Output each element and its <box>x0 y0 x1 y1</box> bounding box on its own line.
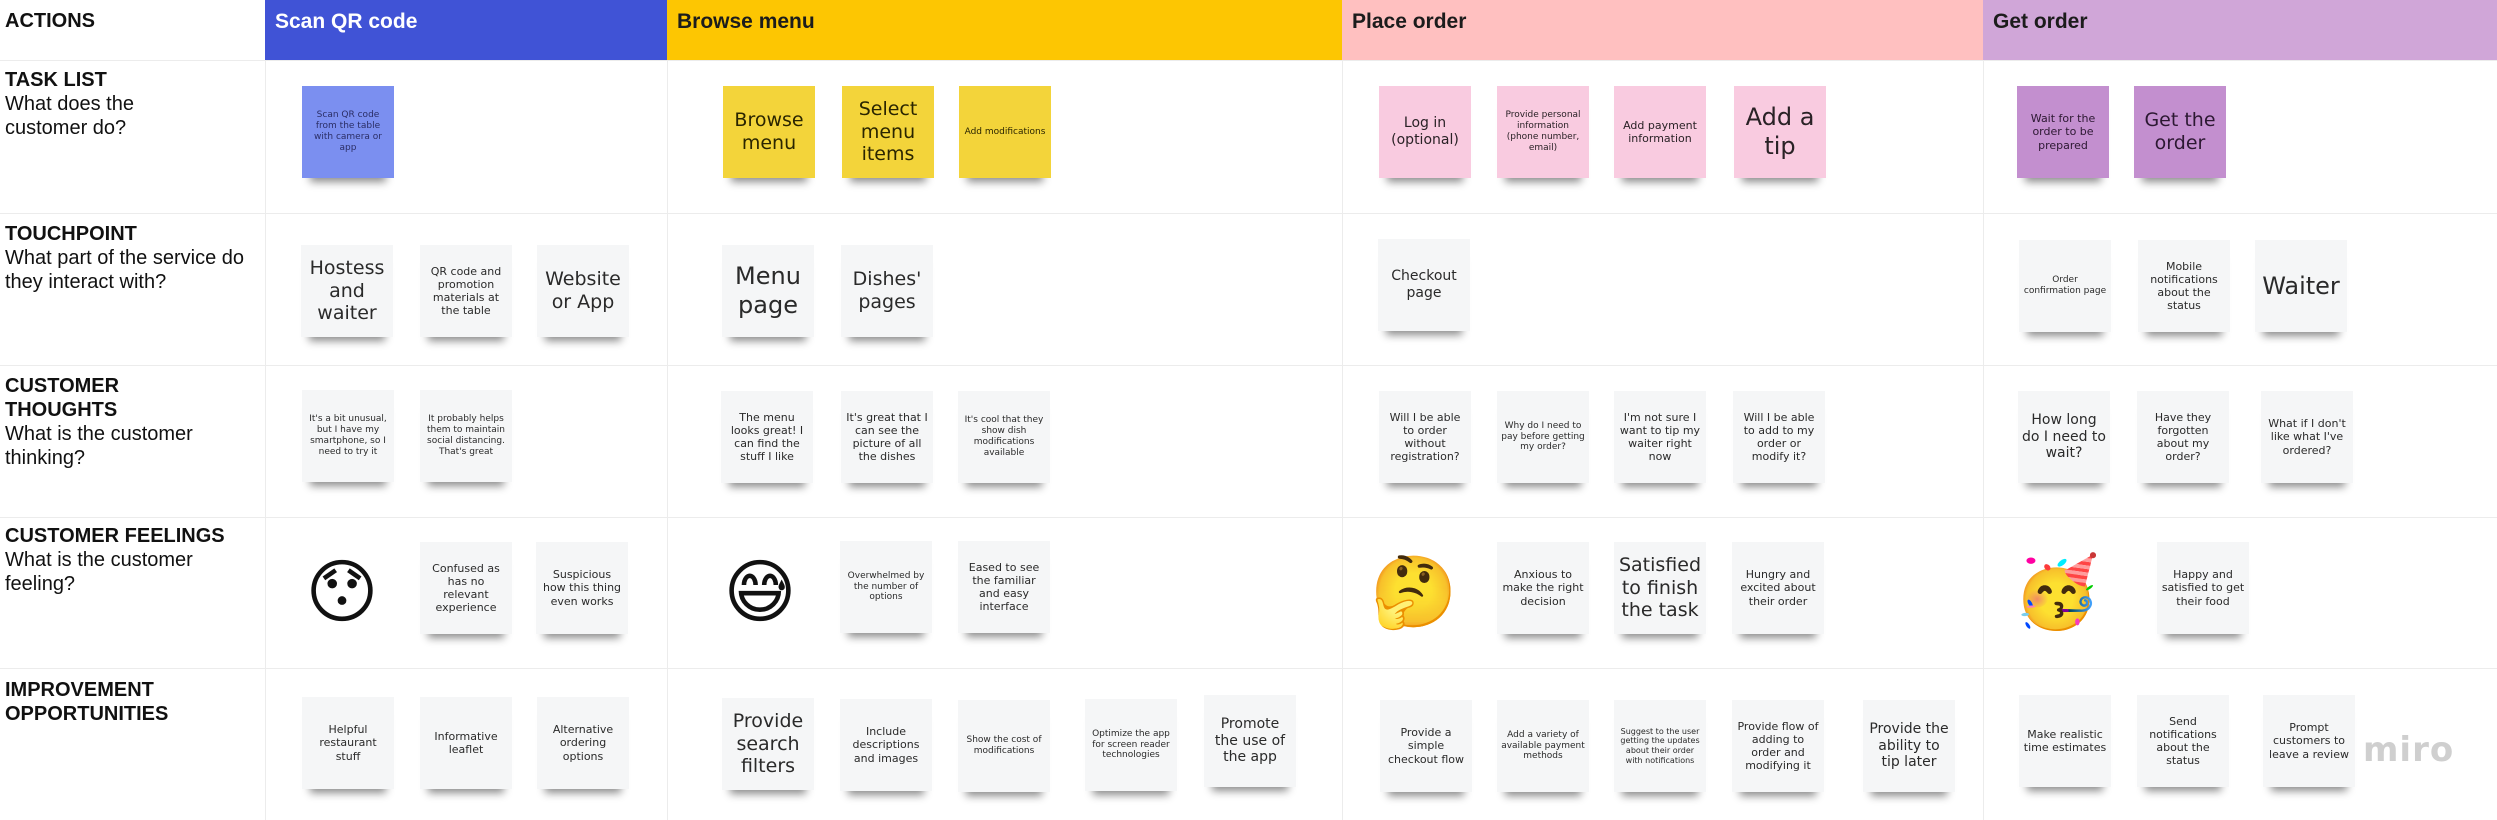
column-divider <box>667 60 668 820</box>
row-subtitle: What part of the service do they interac… <box>5 247 245 293</box>
sticky-note-improvement[interactable]: Show the cost of modifications <box>958 700 1050 792</box>
row-label-touchpoint: TOUCHPOINT What part of the service do t… <box>5 222 260 294</box>
sticky-note-thought[interactable]: Will I be able to add to my order or mod… <box>1733 391 1825 483</box>
miro-logo: miro <box>2363 730 2455 770</box>
sticky-note-touchpoint[interactable]: Waiter <box>2255 240 2347 332</box>
row-label-customer-thoughts: CUSTOMER THOUGHTS What is the customer t… <box>5 374 260 470</box>
sticky-note-task[interactable]: Add payment information <box>1614 86 1706 178</box>
sticky-note-improvement[interactable]: Promote the use of the app <box>1204 695 1296 787</box>
row-label-improvement-opportunities: IMPROVEMENT OPPORTUNITIES <box>5 678 260 726</box>
sticky-note-touchpoint[interactable]: Dishes' pages <box>841 245 933 337</box>
row-divider <box>0 60 2497 61</box>
stage-header-scan-qr-code[interactable]: Scan QR code <box>265 0 667 60</box>
customer-journey-map: ACTIONS Scan QR code Browse menu Place o… <box>0 0 2497 820</box>
sticky-note-feeling[interactable]: Anxious to make the right decision <box>1497 542 1589 634</box>
row-title: CUSTOMER THOUGHTS <box>5 375 120 421</box>
sticky-note-task[interactable]: Wait for the order to be prepared <box>2017 86 2109 178</box>
sticky-note-thought[interactable]: I'm not sure I want to tip my waiter rig… <box>1614 391 1706 483</box>
sticky-note-thought[interactable]: What if I don't like what I've ordered? <box>2261 391 2353 483</box>
sticky-note-feeling[interactable]: Happy and satisfied to get their food <box>2157 542 2249 634</box>
stage-header-label: Get order <box>1993 10 2088 33</box>
sticky-note-touchpoint[interactable]: Checkout page <box>1378 239 1470 331</box>
sticky-note-improvement[interactable]: Make realistic time estimates <box>2019 695 2111 787</box>
sticky-note-task[interactable]: Get the order <box>2134 86 2226 178</box>
sticky-note-improvement[interactable]: Include descriptions and images <box>840 699 932 791</box>
sticky-note-improvement[interactable]: Suggest to the user getting the updates … <box>1614 700 1706 792</box>
sticky-note-feeling[interactable]: Confused as has no relevant experience <box>420 542 512 634</box>
sticky-note-thought[interactable]: Have they forgotten about my order? <box>2137 391 2229 483</box>
thinking-face-icon: 🤔 <box>1370 551 1458 633</box>
row-divider <box>0 668 2497 669</box>
sticky-note-task[interactable]: Add modifications <box>959 86 1051 178</box>
sticky-note-task[interactable]: Log in (optional) <box>1379 86 1471 178</box>
sticky-note-improvement[interactable]: Provide flow of adding to order and modi… <box>1732 700 1824 792</box>
sticky-note-improvement[interactable]: Provide the ability to tip later <box>1863 700 1955 792</box>
hushed-face-icon: 😯 <box>305 551 379 633</box>
sticky-note-task[interactable]: Select menu items <box>842 86 934 178</box>
sticky-note-improvement[interactable]: Provide a simple checkout flow <box>1380 700 1472 792</box>
sticky-note-task[interactable]: Provide personal information (phone numb… <box>1497 86 1589 178</box>
row-title: IMPROVEMENT OPPORTUNITIES <box>5 679 169 725</box>
stage-header-place-order[interactable]: Place order <box>1342 0 1983 60</box>
row-divider <box>0 517 2497 518</box>
sticky-note-touchpoint[interactable]: Mobile notifications about the status <box>2138 240 2230 332</box>
sticky-note-improvement[interactable]: Add a variety of available payment metho… <box>1497 700 1589 792</box>
sticky-note-feeling[interactable]: Suspicious how this thing even works <box>536 542 628 634</box>
stage-header-get-order[interactable]: Get order <box>1983 0 2497 60</box>
row-subtitle: What does the customer do? <box>5 93 134 139</box>
stage-header-label: Place order <box>1352 10 1467 33</box>
sticky-note-improvement[interactable]: Prompt customers to leave a review <box>2263 695 2355 787</box>
row-title: CUSTOMER FEELINGS <box>5 525 225 547</box>
sticky-note-thought[interactable]: The menu looks great! I can find the stu… <box>721 391 813 483</box>
sticky-note-feeling[interactable]: Overwhelmed by the number of options <box>840 541 932 633</box>
sticky-note-thought[interactable]: It's a bit unusual, but I have my smartp… <box>302 390 394 482</box>
sticky-note-thought[interactable]: How long do I need to wait? <box>2018 391 2110 483</box>
stage-header-label: Browse menu <box>677 10 815 33</box>
row-subtitle: What is the customer thinking? <box>5 423 193 469</box>
row-divider <box>0 213 2497 214</box>
sticky-note-touchpoint[interactable]: Hostess and waiter <box>301 245 393 337</box>
column-divider <box>1342 60 1343 820</box>
sticky-note-thought[interactable]: Why do I need to pay before getting my o… <box>1497 391 1589 483</box>
row-title: TASK LIST <box>5 69 107 91</box>
sticky-note-feeling[interactable]: Hungry and excited about their order <box>1732 542 1824 634</box>
row-divider <box>0 365 2497 366</box>
stage-header-label: Scan QR code <box>275 10 418 33</box>
sticky-note-improvement[interactable]: Helpful restaurant stuff <box>302 697 394 789</box>
sticky-note-touchpoint[interactable]: Website or App <box>537 245 629 337</box>
row-label-customer-feelings: CUSTOMER FEELINGS What is the customer f… <box>5 524 260 596</box>
sticky-note-thought[interactable]: It probably helps them to maintain socia… <box>420 390 512 482</box>
sticky-note-touchpoint[interactable]: Menu page <box>722 245 814 337</box>
sticky-note-task[interactable]: Add a tip <box>1734 86 1826 178</box>
sticky-note-task[interactable]: Scan QR code from the table with camera … <box>302 86 394 178</box>
column-divider <box>265 60 266 820</box>
row-subtitle: What is the customer feeling? <box>5 549 193 595</box>
sticky-note-improvement[interactable]: Send notifications about the status <box>2137 695 2229 787</box>
grinning-sweat-face-icon: 😅 <box>723 551 797 633</box>
sticky-note-improvement[interactable]: Provide search filters <box>722 698 814 790</box>
sticky-note-touchpoint[interactable]: Order confirmation page <box>2019 240 2111 332</box>
sticky-note-feeling[interactable]: Eased to see the familiar and easy inter… <box>958 541 1050 633</box>
sticky-note-improvement[interactable]: Informative leaflet <box>420 697 512 789</box>
sticky-note-thought[interactable]: It's cool that they show dish modificati… <box>958 391 1050 483</box>
sticky-note-thought[interactable]: It's great that I can see the picture of… <box>841 391 933 483</box>
sticky-note-improvement[interactable]: Alternative ordering options <box>537 697 629 789</box>
actions-corner-label: ACTIONS <box>5 10 95 32</box>
column-divider <box>1983 60 1984 820</box>
sticky-note-improvement[interactable]: Optimize the app for screen reader techn… <box>1085 699 1177 791</box>
sticky-note-feeling[interactable]: Satisfied to finish the task <box>1614 542 1706 634</box>
partying-face-icon: 🥳 <box>2013 551 2101 633</box>
sticky-note-touchpoint[interactable]: QR code and promotion materials at the t… <box>420 245 512 337</box>
row-label-task-list: TASK LIST What does the customer do? <box>5 68 260 140</box>
sticky-note-thought[interactable]: Will I be able to order without registra… <box>1379 391 1471 483</box>
stage-header-browse-menu[interactable]: Browse menu <box>667 0 1342 60</box>
sticky-note-task[interactable]: Browse menu <box>723 86 815 178</box>
row-title: TOUCHPOINT <box>5 223 137 245</box>
